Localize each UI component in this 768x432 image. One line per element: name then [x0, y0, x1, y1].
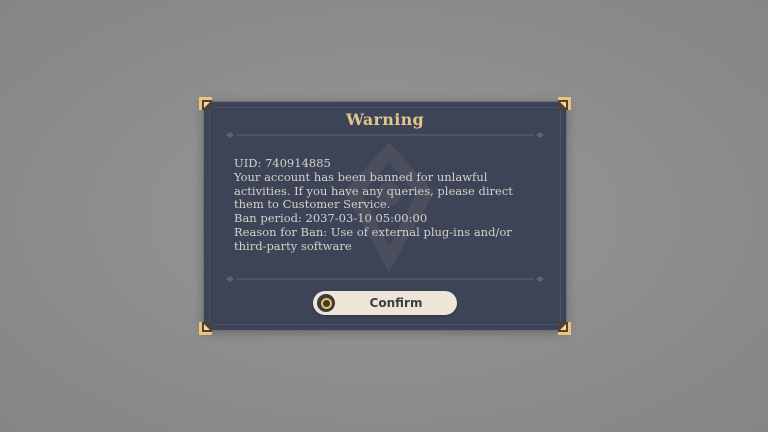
message-line-ban-period: Ban period: 2037-03-10 05:00:00 — [234, 211, 428, 226]
confirm-button-label: Confirm — [369, 296, 423, 310]
corner-ornament-icon — [558, 97, 571, 110]
title-divider — [222, 131, 548, 139]
footer-divider — [222, 275, 548, 283]
corner-ornament-icon — [199, 97, 212, 110]
message-line: them to Customer Service. — [234, 197, 391, 212]
warning-dialog: Warning UID: 740914885 Your account has … — [199, 97, 571, 335]
message-line-uid: UID: 740914885 — [234, 156, 331, 170]
corner-ornament-icon — [199, 322, 212, 335]
ban-message: UID: 740914885 Your account has been ban… — [234, 156, 534, 254]
message-line-reason: Reason for Ban: Use of external plug-ins… — [234, 224, 512, 239]
message-line: third-party software — [234, 238, 352, 253]
dialog-title: Warning — [345, 110, 424, 129]
message-line: Your account has been banned for unlawfu… — [234, 169, 488, 184]
confirm-button[interactable]: Confirm — [313, 291, 457, 315]
circle-o-icon — [317, 294, 335, 312]
message-line: activities. If you have any queries, ple… — [234, 183, 513, 198]
corner-ornament-icon — [558, 322, 571, 335]
